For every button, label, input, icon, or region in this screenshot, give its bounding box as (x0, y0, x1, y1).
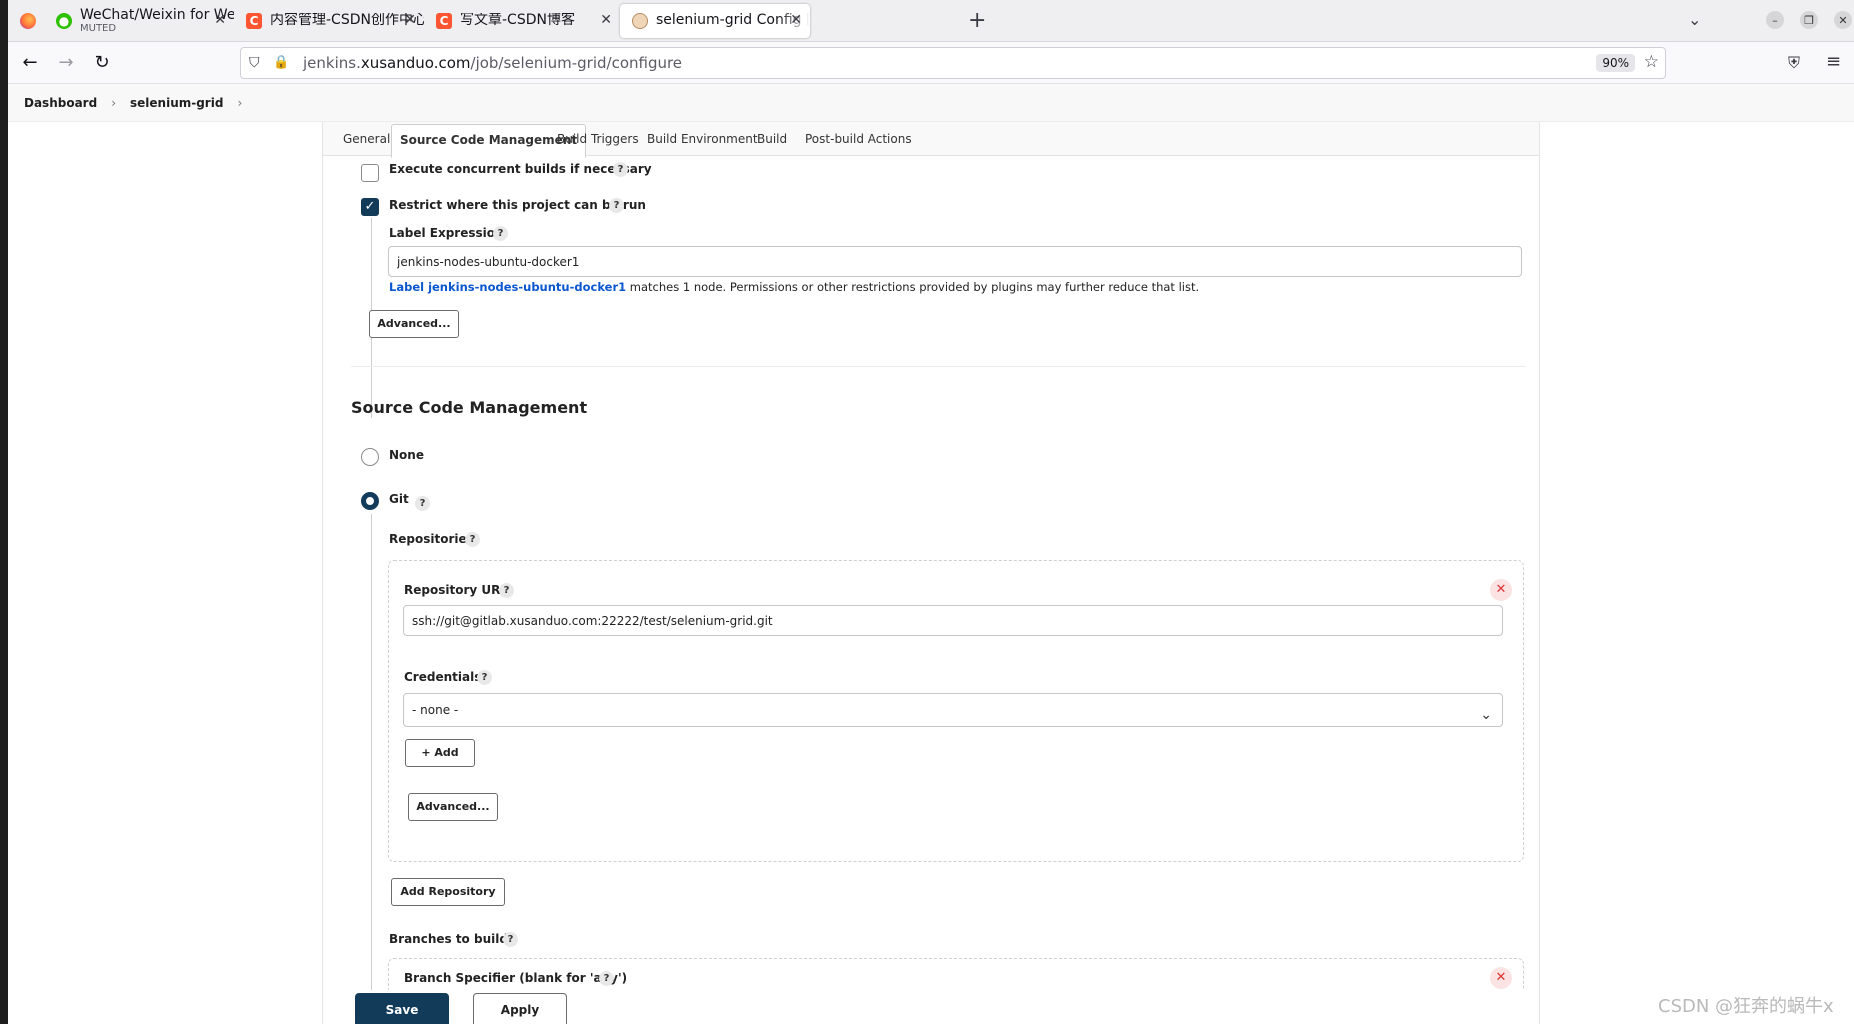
label-expression-input[interactable] (388, 246, 1522, 277)
page-content: General Source Code Management Build Tri… (8, 122, 1854, 1024)
hamburger-menu-icon[interactable]: ≡ (1826, 51, 1841, 72)
tab-csdn-write[interactable]: C 写文章-CSDN博客 ✕ (424, 4, 620, 38)
zoom-indicator[interactable]: 90% (1596, 54, 1635, 72)
repositories-label: Repositories (389, 532, 474, 546)
screen-left-edge (0, 0, 8, 1024)
credentials-label: Credentials (404, 670, 482, 684)
tab-title: 内容管理-CSDN创作中心 (270, 13, 424, 29)
help-icon[interactable]: ? (499, 583, 514, 598)
chevron-right-icon: › (111, 95, 116, 110)
tab-title: 写文章-CSDN博客 (460, 13, 575, 29)
csdn-watermark: CSDN @狂奔的蜗牛x (1658, 996, 1834, 1017)
add-repository-button[interactable]: Add Repository (391, 878, 505, 906)
jenkins-icon (632, 13, 648, 29)
scm-heading: Source Code Management (351, 398, 588, 417)
tab-wechat[interactable]: ● WeChat/Weixin for Web MUTED ✕ (44, 4, 234, 38)
address-bar[interactable]: ⛉ 🔒 jenkins.xusanduo.com/job/selenium-gr… (240, 47, 1666, 79)
csdn-icon: C (436, 13, 452, 29)
close-window-icon[interactable]: ✕ (1834, 11, 1852, 29)
chevron-right-icon[interactable]: › (237, 96, 242, 110)
tab-build-environment[interactable]: Build Environment (639, 128, 766, 150)
help-icon[interactable]: ? (599, 971, 614, 986)
tab-title: selenium-grid Config [Jenkins] (656, 13, 810, 29)
repository-advanced-button[interactable]: Advanced... (408, 793, 498, 821)
label-match-text: matches 1 node. Permissions or other res… (626, 280, 1200, 294)
forward-icon[interactable]: → (56, 53, 76, 73)
tab-strip: ● WeChat/Weixin for Web MUTED ✕ C 内容管理-C… (8, 0, 1854, 42)
browser-window: ● WeChat/Weixin for Web MUTED ✕ C 内容管理-C… (8, 0, 1854, 1024)
remove-repository-icon[interactable]: ✕ (1490, 579, 1512, 601)
tab-jenkins-config[interactable]: selenium-grid Config [Jenkins] ✕ (620, 4, 810, 38)
help-icon[interactable]: ? (493, 226, 508, 241)
lock-icon[interactable]: 🔒 (273, 55, 289, 71)
pocket-icon[interactable]: ⛨ (1788, 53, 1800, 73)
new-tab-icon[interactable]: + (968, 8, 986, 33)
remove-branch-icon[interactable]: ✕ (1490, 967, 1512, 989)
help-icon[interactable]: ? (503, 932, 518, 947)
tab-build-triggers[interactable]: Build Triggers (549, 128, 647, 150)
help-icon[interactable]: ? (613, 162, 628, 177)
repository-url-label: Repository URL (404, 583, 508, 597)
bottom-action-bar: Save Apply (323, 990, 1539, 1024)
tab-muted-label: MUTED (80, 23, 117, 35)
add-credentials-button[interactable]: + Add (405, 739, 475, 767)
tab-general[interactable]: General (335, 128, 398, 150)
concurrent-builds-checkbox[interactable] (361, 164, 379, 182)
help-icon[interactable]: ? (415, 496, 430, 511)
label-match-message: Label jenkins-nodes-ubuntu-docker1 match… (389, 280, 1199, 294)
breadcrumb: Dashboard › selenium-grid › (8, 84, 1854, 122)
close-icon[interactable]: ✕ (214, 12, 226, 28)
close-icon[interactable]: ✕ (790, 12, 802, 28)
close-icon[interactable]: ✕ (404, 12, 416, 28)
scm-git-label: Git (389, 492, 409, 506)
back-icon[interactable]: ← (20, 53, 40, 73)
help-icon[interactable]: ? (465, 532, 480, 547)
wechat-icon: ● (56, 13, 72, 29)
url-text[interactable]: jenkins.xusanduo.com/job/selenium-grid/c… (303, 54, 682, 72)
tab-build[interactable]: Build (749, 128, 795, 150)
advanced-button[interactable]: Advanced... (369, 310, 459, 338)
minimize-icon[interactable]: – (1766, 11, 1784, 29)
scm-git-radio[interactable] (361, 492, 379, 510)
repository-box: Repository URL ? ✕ Credentials ? - none … (388, 560, 1524, 862)
credentials-select[interactable]: - none - ⌄ (403, 693, 1503, 727)
tab-title: WeChat/Weixin for Web (80, 7, 234, 23)
branch-specifier-label: Branch Specifier (blank for 'any') (404, 971, 628, 985)
breadcrumb-dashboard[interactable]: Dashboard (24, 96, 97, 110)
label-expression-label: Label Expression (389, 226, 504, 240)
restrict-project-label: Restrict where this project can be run (389, 198, 646, 212)
section-divider (351, 366, 1525, 367)
plus-icon: + (421, 746, 435, 759)
label-link[interactable]: Label jenkins-nodes-ubuntu-docker1 (389, 280, 626, 294)
credentials-selected-value: - none - (412, 703, 459, 717)
bookmark-star-icon[interactable]: ☆ (1644, 52, 1659, 72)
config-tabs: General Source Code Management Build Tri… (323, 122, 1539, 158)
scm-none-label: None (389, 448, 424, 462)
breadcrumb-job[interactable]: selenium-grid (130, 96, 223, 110)
shield-icon[interactable]: ⛉ (249, 55, 265, 71)
help-icon[interactable]: ? (609, 198, 624, 213)
chevron-down-icon[interactable]: ⌄ (1688, 10, 1701, 29)
tab-post-build-actions[interactable]: Post-build Actions (797, 128, 920, 150)
config-panel: General Source Code Management Build Tri… (322, 122, 1540, 1024)
csdn-icon: C (246, 13, 262, 29)
chevron-down-icon: ⌄ (1480, 707, 1492, 723)
help-icon[interactable]: ? (477, 670, 492, 685)
navigation-bar: ← → ↻ ⛉ 🔒 jenkins.xusanduo.com/job/selen… (8, 42, 1854, 84)
reload-icon[interactable]: ↻ (92, 53, 112, 73)
repository-url-input[interactable] (403, 605, 1503, 636)
tab-csdn-content[interactable]: C 内容管理-CSDN创作中心 ✕ (234, 4, 424, 38)
section-indent-line (371, 514, 372, 994)
close-icon[interactable]: ✕ (600, 12, 612, 28)
add-credentials-label: Add (434, 746, 459, 759)
restore-icon[interactable]: ❐ (1800, 11, 1818, 29)
scm-none-radio[interactable] (361, 448, 379, 466)
save-button[interactable]: Save (355, 993, 449, 1024)
restrict-project-checkbox[interactable]: ✓ (361, 198, 379, 216)
branches-label: Branches to build (389, 932, 508, 946)
firefox-icon[interactable] (20, 13, 36, 29)
apply-button[interactable]: Apply (473, 993, 567, 1024)
